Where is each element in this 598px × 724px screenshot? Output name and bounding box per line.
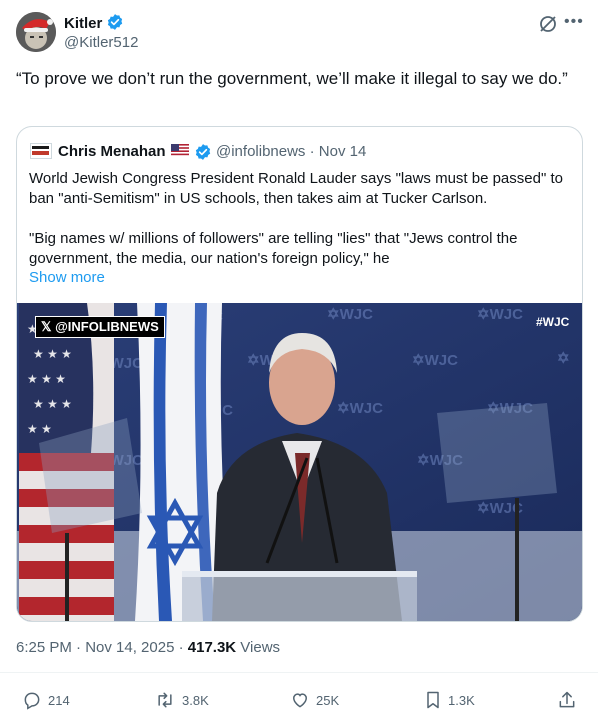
quote-handle-date[interactable]: @infolibnews · Nov 14 bbox=[216, 142, 366, 162]
quote-paragraph: "Big names w/ millions of followers" are… bbox=[29, 230, 518, 267]
tweet-meta: 6:25 PM · Nov 14, 2025 · 417.3K Views bbox=[16, 638, 280, 658]
video-watermark: 𝕏 @INFOLIBNEWS bbox=[35, 316, 165, 338]
svg-text:✡WJC: ✡WJC bbox=[327, 306, 373, 323]
repost-count: 3.8K bbox=[182, 692, 209, 708]
reply-button[interactable]: 214 bbox=[22, 689, 70, 711]
bookmark-count: 1.3K bbox=[448, 692, 475, 708]
svg-text:★ ★ ★: ★ ★ ★ bbox=[27, 372, 66, 386]
views-count: 417.3K bbox=[187, 639, 237, 656]
us-flag-icon bbox=[171, 144, 189, 157]
video-logo: #WJC bbox=[536, 315, 570, 329]
share-button[interactable] bbox=[557, 689, 583, 711]
grok-icon[interactable] bbox=[538, 14, 558, 34]
quote-avatar[interactable] bbox=[30, 143, 52, 159]
svg-text:★ ★: ★ ★ bbox=[27, 422, 52, 436]
bookmark-icon bbox=[427, 691, 439, 709]
svg-text:★ ★ ★: ★ ★ ★ bbox=[33, 347, 72, 361]
svg-text:★ ★ ★: ★ ★ ★ bbox=[33, 397, 72, 411]
author-handle[interactable]: @Kitler512 bbox=[64, 33, 138, 53]
quote-paragraph: World Jewish Congress President Ronald L… bbox=[29, 170, 563, 207]
quote-author-name[interactable]: Chris Menahan bbox=[58, 142, 166, 162]
video-frame: ✡WJC✡WJC✡WJC ✡WJC✡WJC✡WJC✡ ✡WJC✡WJC✡WJC … bbox=[17, 303, 582, 621]
repost-button[interactable]: 3.8K bbox=[154, 689, 209, 711]
more-options-icon[interactable]: ••• bbox=[564, 12, 584, 32]
like-button[interactable]: 25K bbox=[290, 689, 339, 711]
svg-text:✡: ✡ bbox=[557, 350, 570, 367]
quote-verified-badge-icon[interactable] bbox=[194, 143, 212, 166]
author-name-text: Kitler bbox=[64, 15, 103, 32]
quote-video[interactable]: ✡WJC✡WJC✡WJC ✡WJC✡WJC✡WJC✡ ✡WJC✡WJC✡WJC … bbox=[17, 303, 582, 621]
video-watermark-text: @INFOLIBNEWS bbox=[55, 319, 159, 334]
timestamp[interactable]: 6:25 PM · Nov 14, 2025 · bbox=[16, 639, 188, 656]
quote-body: World Jewish Congress President Ronald L… bbox=[29, 169, 569, 289]
quoted-tweet[interactable]: Chris Menahan @infolibnews · Nov 14 Worl… bbox=[16, 126, 583, 622]
bookmark-button[interactable]: 1.3K bbox=[424, 689, 475, 711]
like-count: 25K bbox=[316, 692, 340, 708]
share-icon bbox=[559, 691, 575, 708]
tweet-text: “To prove we don’t run the government, w… bbox=[16, 69, 568, 88]
repost-icon bbox=[158, 692, 172, 708]
svg-text:✡WJC: ✡WJC bbox=[412, 352, 458, 369]
svg-text:✡WJC: ✡WJC bbox=[477, 306, 523, 323]
avatar[interactable] bbox=[16, 12, 56, 52]
views-label: Views bbox=[236, 639, 281, 656]
reply-icon bbox=[24, 692, 40, 710]
show-more-link[interactable]: Show more bbox=[29, 268, 105, 288]
svg-text:✡WJC: ✡WJC bbox=[337, 400, 383, 417]
divider bbox=[0, 672, 598, 673]
heart-icon bbox=[292, 693, 308, 708]
reply-count: 214 bbox=[48, 692, 70, 708]
